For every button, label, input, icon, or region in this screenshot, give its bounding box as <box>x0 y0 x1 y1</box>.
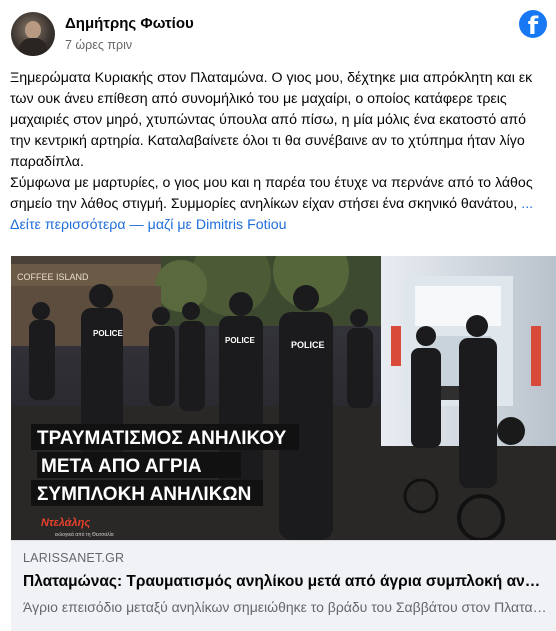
avatar-body <box>19 38 47 56</box>
author-avatar[interactable] <box>11 12 55 56</box>
overlay-line-1: ΤΡΑΥΜΑΤΙΣΜΟΣ ΑΝΗΛΙΚΟΥ <box>37 428 287 449</box>
author-name[interactable]: Δημήτρης Φωτίου <box>65 15 194 32</box>
overlay-line-2: ΜΕΤΑ ΑΠΟ ΑΓΡΙΑ <box>41 456 202 477</box>
watermark-subtitle: εκλογικά από τη Θεσσαλία <box>55 531 114 538</box>
facebook-logo-icon[interactable]: f <box>519 10 547 38</box>
post-image[interactable]: COFFEE ISLAND POLICE POLICE POLICE ΤΡΑΥΜ… <box>11 256 556 540</box>
police-label-1: POLICE <box>93 329 123 338</box>
tagged-user-link[interactable]: Dimitris Fotiou <box>196 217 287 233</box>
overlay-line-3: ΣΥΜΠΛΟΚΗ ΑΝΗΛΙΚΩΝ <box>37 484 251 505</box>
shop-sign-text: COFFEE ISLAND <box>17 272 89 282</box>
post-paragraph-1: Ξημερώματα Κυριακής στον Πλαταμώνα. Ο γι… <box>10 70 533 170</box>
with-prefix: — μαζί με <box>129 217 192 233</box>
post-body: Ξημερώματα Κυριακής στον Πλαταμώνα. Ο γι… <box>10 68 548 236</box>
avatar-face <box>25 21 41 39</box>
link-title[interactable]: Πλαταμώνας: Τραυματισμός ανηλίκου μετά α… <box>23 573 548 591</box>
watermark-logo: Ντελάλης <box>41 517 90 529</box>
post-paragraph-2: Σύμφωνα με μαρτυρίες, ο γιος μου και η π… <box>10 173 548 236</box>
police-label-2: POLICE <box>225 336 255 345</box>
post-timestamp[interactable]: 7 ώρες πριν <box>65 38 132 52</box>
link-description: Άγριο επεισόδιο μεταξύ ανηλίκων σημειώθη… <box>23 599 548 615</box>
link-preview[interactable]: LARISSANET.GR Πλαταμώνας: Τραυματισμός α… <box>11 540 556 631</box>
post-image-svg: COFFEE ISLAND POLICE POLICE POLICE ΤΡΑΥΜ… <box>11 256 556 540</box>
link-domain: LARISSANET.GR <box>23 551 125 565</box>
post-paragraph-2-text: Σύμφωνα με μαρτυρίες, ο γιος μου και η π… <box>10 175 533 212</box>
post-header: Δημήτρης Φωτίου 7 ώρες πριν f <box>0 0 556 66</box>
police-label-3: POLICE <box>291 340 325 350</box>
